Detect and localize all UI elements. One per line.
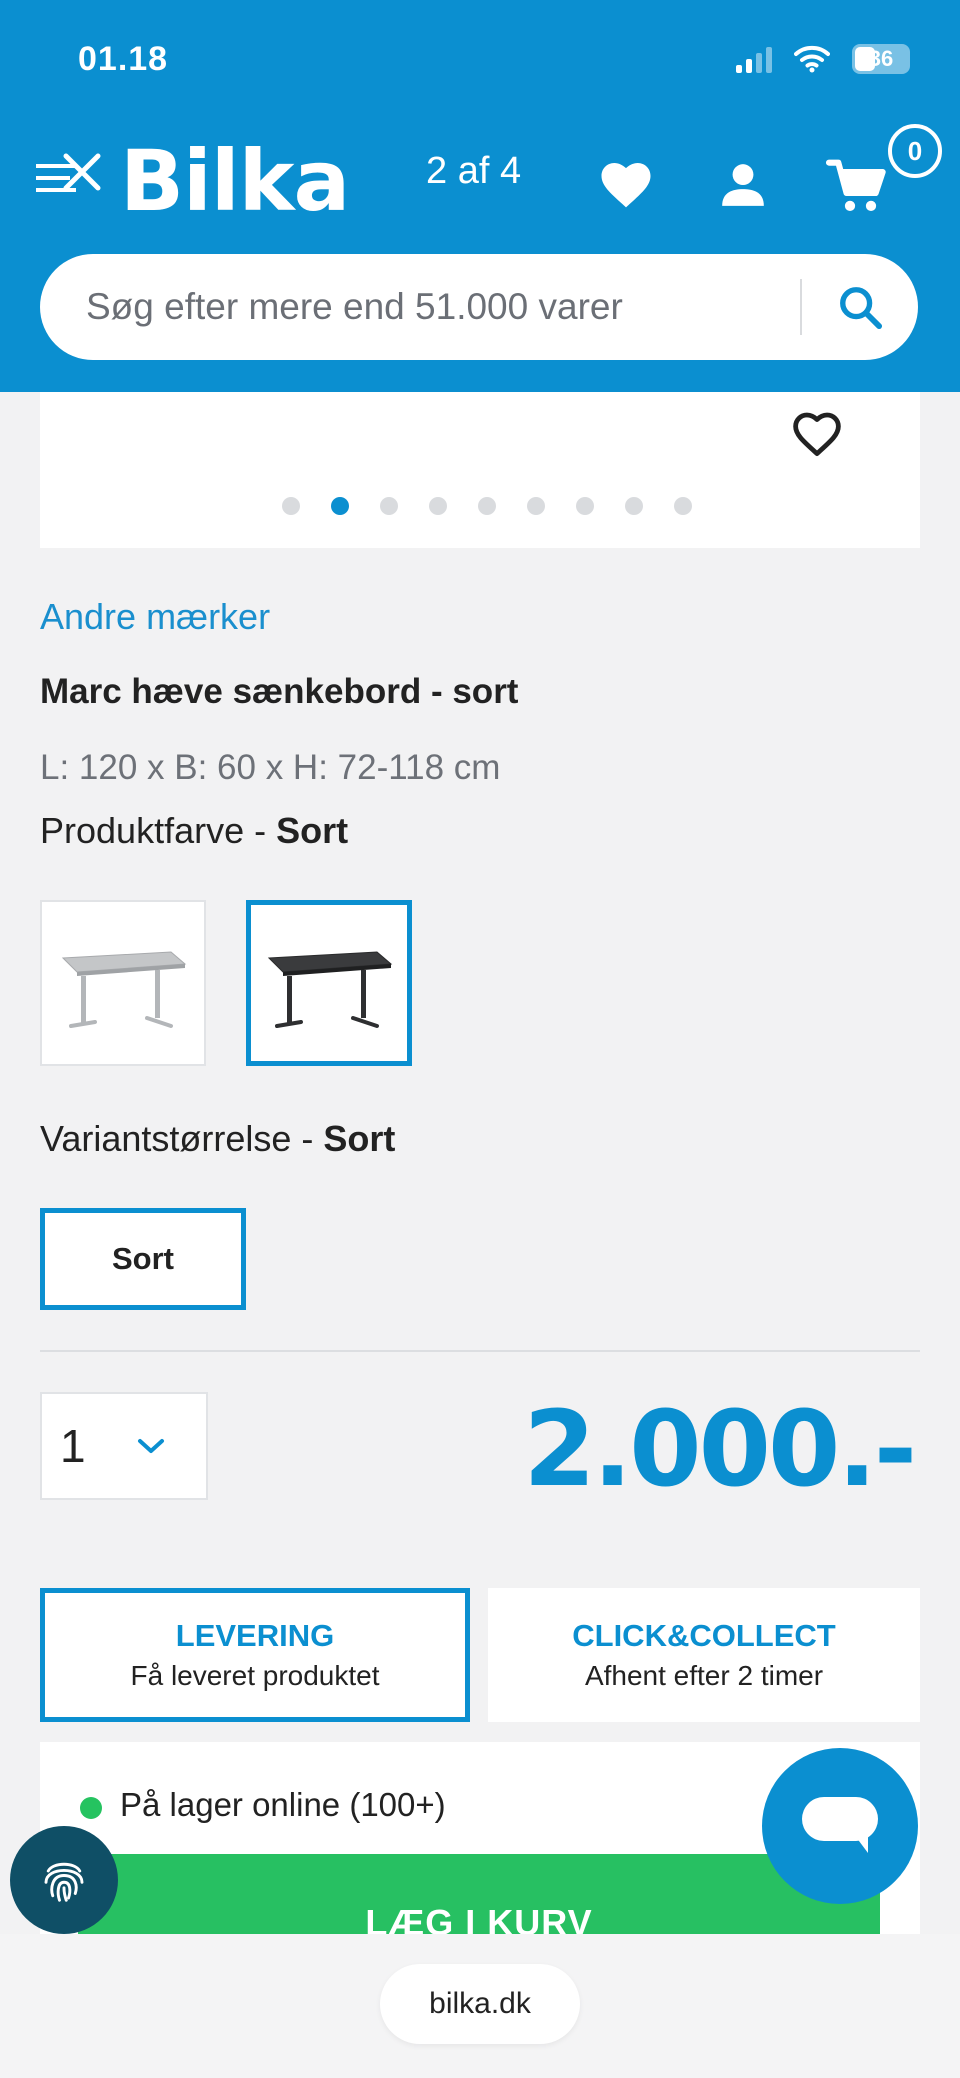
carousel-dots[interactable] <box>282 497 692 515</box>
signal-icon <box>736 45 772 73</box>
cart-icon[interactable] <box>826 158 888 214</box>
carousel-dot[interactable] <box>625 497 643 515</box>
browser-url[interactable]: bilka.dk <box>380 1964 580 2044</box>
fingerprint-icon <box>44 1862 84 1902</box>
product-image-carousel[interactable] <box>40 392 920 548</box>
color-label-text: Produktfarve - <box>40 810 277 851</box>
product-color-label: Produktfarve - Sort <box>40 810 348 852</box>
battery-icon: 36 <box>852 44 910 74</box>
size-option-button[interactable]: Sort <box>40 1208 246 1310</box>
status-time: 01.18 <box>78 40 169 78</box>
tab-collect-title: CLICK&COLLECT <box>572 1618 836 1653</box>
carousel-dot[interactable] <box>331 497 349 515</box>
product-price: 2.000.- <box>523 1388 917 1510</box>
wishlist-heart-icon[interactable] <box>790 410 844 458</box>
tab-delivery[interactable]: LEVERING Få leveret produktet <box>40 1588 470 1722</box>
search-input[interactable]: Søg efter mere end 51.000 varer <box>86 286 800 328</box>
product-title: Marc hæve sænkebord - sort <box>40 672 519 711</box>
bilka-logo[interactable]: Bilka <box>120 132 350 230</box>
size-value: Sort <box>323 1118 396 1159</box>
variant-swatch-black[interactable] <box>246 900 412 1066</box>
carousel-dot[interactable] <box>429 497 447 515</box>
product-brand-link[interactable]: Andre mærker <box>40 596 270 638</box>
carousel-dot[interactable] <box>576 497 594 515</box>
status-indicators: 36 <box>736 44 910 74</box>
color-value: Sort <box>276 810 349 851</box>
stock-status-text: På lager online (100+) <box>120 1786 446 1823</box>
product-dimensions: L: 120 x B: 60 x H: 72-118 cm <box>40 748 501 787</box>
quantity-select[interactable]: 1 <box>40 1392 208 1500</box>
carousel-dot[interactable] <box>674 497 692 515</box>
search-icon <box>840 287 883 330</box>
chevron-down-icon <box>138 1439 164 1453</box>
carousel-dot[interactable] <box>282 497 300 515</box>
tab-click-collect[interactable]: CLICK&COLLECT Afhent efter 2 timer <box>488 1588 920 1722</box>
carousel-dot[interactable] <box>380 497 398 515</box>
section-divider <box>40 1350 920 1352</box>
user-icon[interactable] <box>718 160 768 210</box>
tab-delivery-subtitle: Få leveret produktet <box>130 1660 380 1691</box>
battery-level: 36 <box>868 46 894 71</box>
quantity-value: 1 <box>60 1420 86 1472</box>
page-indicator: 2 af 4 <box>426 150 522 192</box>
tab-delivery-title: LEVERING <box>175 1618 335 1653</box>
variant-swatch-grey[interactable] <box>40 900 206 1066</box>
grey-desk-image <box>61 951 187 1028</box>
chat-button[interactable] <box>762 1748 918 1904</box>
search-button[interactable] <box>802 254 918 360</box>
cart-count-badge: 0 <box>888 124 942 178</box>
tab-collect-subtitle: Afhent efter 2 timer <box>584 1660 824 1691</box>
menu-close-icon[interactable] <box>36 150 102 206</box>
black-desk-image <box>267 951 393 1028</box>
size-label-text: Variantstørrelse - <box>40 1118 324 1159</box>
carousel-dot[interactable] <box>527 497 545 515</box>
fingerprint-button[interactable] <box>10 1826 118 1934</box>
stock-status-dot <box>80 1797 102 1819</box>
heart-icon[interactable] <box>598 158 654 210</box>
variant-size-label: Variantstørrelse - Sort <box>40 1118 395 1160</box>
chat-icon <box>802 1797 878 1853</box>
wifi-icon <box>794 45 830 73</box>
search-bar[interactable]: Søg efter mere end 51.000 varer <box>40 254 918 360</box>
carousel-dot[interactable] <box>478 497 496 515</box>
